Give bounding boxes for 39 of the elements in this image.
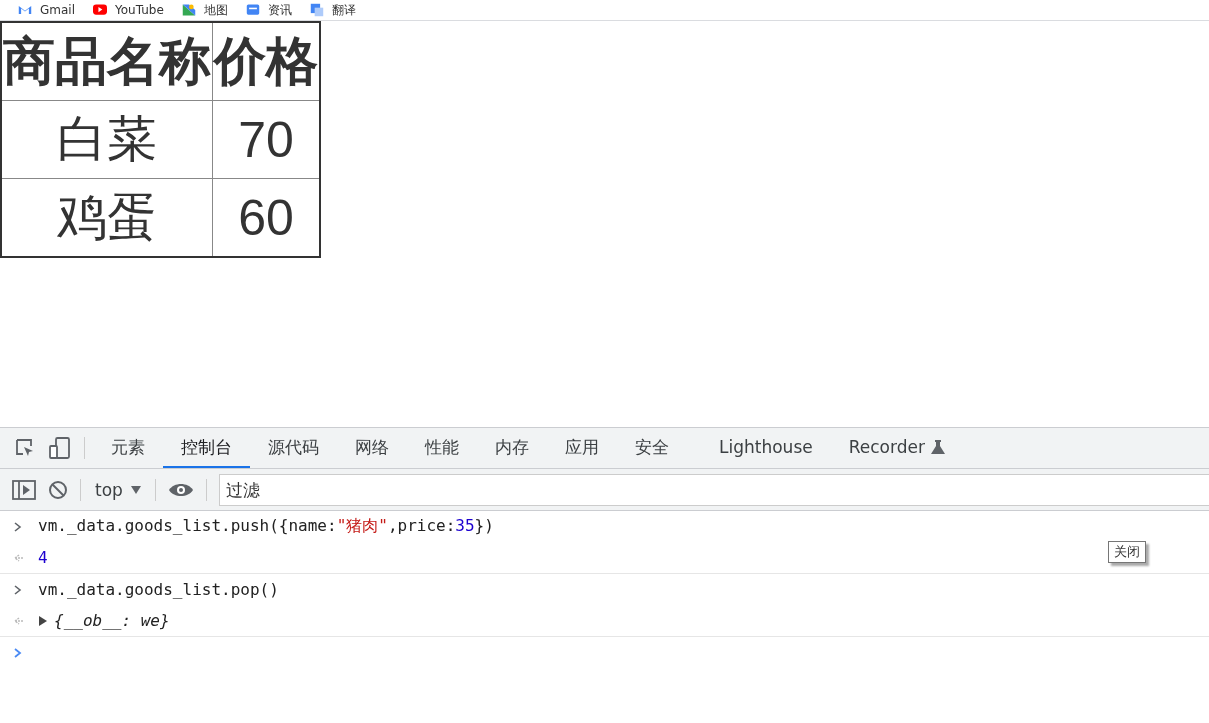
context-dropdown[interactable]: top xyxy=(93,479,143,500)
devtools-tab[interactable]: 网络 xyxy=(337,428,407,468)
console-command: vm._data.goods_list.pop() xyxy=(38,580,279,599)
tooltip: 关闭 xyxy=(1108,541,1146,563)
column-header: 商品名称 xyxy=(1,22,213,101)
device-icon[interactable] xyxy=(48,436,72,460)
prompt-chevron-icon[interactable] xyxy=(12,646,24,659)
caret-icon xyxy=(130,485,141,494)
bookmark-link[interactable]: 翻译 xyxy=(309,1,356,19)
bookmark-link[interactable]: Gmail xyxy=(18,1,75,19)
flask-icon xyxy=(930,439,945,455)
devtools-tab[interactable]: 内存 xyxy=(477,428,547,468)
map-icon xyxy=(181,3,196,17)
chevron-icon xyxy=(12,583,24,596)
bookmark-link[interactable]: YouTube xyxy=(93,1,164,19)
devtools-tab[interactable]: 安全 xyxy=(617,428,687,468)
devtools-tab[interactable]: Recorder xyxy=(830,428,963,468)
translate-icon xyxy=(309,3,324,17)
devtools-tab[interactable]: 元素 xyxy=(93,428,163,468)
devtools-tab[interactable]: 性能 xyxy=(407,428,477,468)
news-icon xyxy=(245,3,260,17)
bookmark-link[interactable]: 地图 xyxy=(181,1,228,19)
play-icon xyxy=(93,3,107,17)
devtools-tab[interactable]: 源代码 xyxy=(250,428,337,468)
console-result: {__ob__: we} xyxy=(54,611,170,630)
clear-icon[interactable] xyxy=(48,479,68,500)
chevron-icon xyxy=(12,520,24,533)
expand-triangle-icon[interactable] xyxy=(38,614,48,627)
filter-field[interactable]: 过滤 xyxy=(218,473,1209,506)
eye-icon[interactable] xyxy=(167,481,194,498)
return-arrow-icon xyxy=(12,551,24,564)
table-cell: 白菜 xyxy=(1,100,213,179)
devtools-tab[interactable]: Lighthouse xyxy=(701,428,831,468)
return-arrow-icon xyxy=(12,614,24,627)
sidebar-icon[interactable] xyxy=(12,479,36,500)
console-result: 4 xyxy=(38,548,48,567)
bookmark-link[interactable]: 资讯 xyxy=(245,1,292,19)
console-command: vm._data.goods_list.push({name:"猪肉",price:35}) xyxy=(38,516,494,537)
devtools-tab[interactable]: 应用 xyxy=(547,428,617,468)
